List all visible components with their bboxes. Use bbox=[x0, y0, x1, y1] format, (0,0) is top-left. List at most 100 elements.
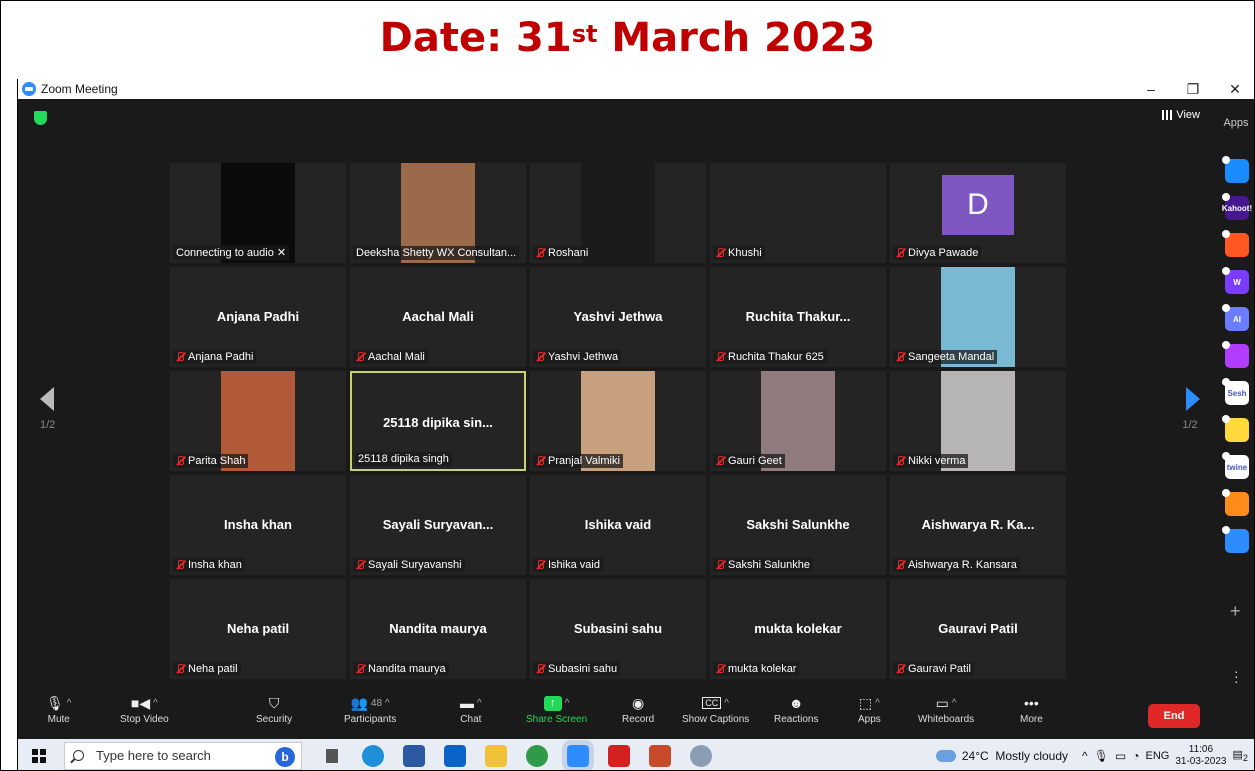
participant-tile[interactable]: mukta kolekar mukta kolekar bbox=[710, 579, 886, 679]
participant-tile[interactable]: Gauri Geet bbox=[710, 371, 886, 471]
notification-count: 2 bbox=[1242, 753, 1248, 764]
participant-tile[interactable]: Roshani bbox=[530, 163, 706, 263]
participant-tile[interactable]: Aishwarya R. Ka... Aishwarya R. Kansara bbox=[890, 475, 1066, 575]
edge-browser-icon[interactable] bbox=[362, 744, 384, 767]
emoji-app-icon[interactable] bbox=[1222, 415, 1249, 442]
participant-tile[interactable]: Sangeeta Mandal bbox=[890, 267, 1066, 367]
participant-tile[interactable]: Sakshi Salunkhe Sakshi Salunkhe bbox=[710, 475, 886, 575]
mic-tray-icon[interactable]: 🎙 bbox=[1094, 749, 1109, 763]
participant-name-label: Nandita maurya bbox=[353, 662, 449, 676]
video-grid: Connecting to audio ✕ Deeksha Shetty WX C… bbox=[170, 163, 1066, 683]
paint-icon[interactable] bbox=[690, 744, 712, 767]
chat-button[interactable]: ▬ ^ Chat bbox=[460, 692, 482, 725]
participant-name-label: Neha patil bbox=[173, 662, 241, 676]
battery-icon[interactable]: ▭ bbox=[1115, 749, 1126, 763]
w-app-icon[interactable]: W bbox=[1222, 267, 1249, 294]
minimize-button[interactable]: – bbox=[1130, 79, 1172, 99]
zoom-taskbar-icon[interactable] bbox=[567, 744, 589, 767]
participant-tile[interactable]: Deeksha Shetty WX Consultan... bbox=[350, 163, 526, 263]
participant-name: Aachal Mali bbox=[368, 351, 425, 363]
record-button[interactable]: ◉ Record bbox=[622, 692, 654, 726]
arrow-app-icon[interactable] bbox=[1222, 156, 1249, 183]
security-button[interactable]: ⛉ Security bbox=[256, 692, 292, 726]
sesh-app-icon[interactable]: Sesh bbox=[1222, 378, 1249, 405]
participant-display-name: Nandita maurya bbox=[389, 621, 487, 636]
participant-tile[interactable]: Nandita maurya Nandita maurya bbox=[350, 579, 526, 679]
wifi-icon[interactable]: ◔ bbox=[1132, 749, 1139, 763]
participant-name: Nandita maurya bbox=[368, 663, 446, 675]
participant-name-label: Pranjal Valmiki bbox=[533, 454, 623, 468]
twine-app-icon[interactable]: twine bbox=[1222, 452, 1249, 479]
participant-tile[interactable]: Aachal Mali Aachal Mali bbox=[350, 267, 526, 367]
participant-display-name: Yashvi Jethwa bbox=[573, 309, 663, 324]
participant-tile[interactable]: Yashvi Jethwa Yashvi Jethwa bbox=[530, 267, 706, 367]
close-button[interactable]: ✕ bbox=[1214, 79, 1254, 99]
store-icon[interactable] bbox=[403, 744, 425, 767]
tray-chevron-icon[interactable]: ^ bbox=[1082, 749, 1088, 763]
mail-icon[interactable] bbox=[444, 744, 466, 767]
participants-button[interactable]: 👥 48 ^ Participants bbox=[344, 692, 396, 726]
wave-app-icon[interactable] bbox=[1222, 341, 1249, 368]
language-indicator[interactable]: ENG bbox=[1146, 750, 1170, 762]
reactions-button[interactable]: ☻ Reactions bbox=[774, 692, 818, 725]
muted-mic-icon bbox=[896, 456, 905, 466]
add-app-icon[interactable]: + bbox=[1230, 601, 1241, 622]
participant-tile[interactable]: Nikki verma bbox=[890, 371, 1066, 471]
previous-page-button[interactable]: 1/2 bbox=[40, 387, 55, 431]
participant-name: Sakshi Salunkhe bbox=[728, 559, 810, 571]
clock[interactable]: 11:06 31-03-2023 bbox=[1175, 744, 1226, 768]
participant-tile[interactable]: Sayali Suryavan... Sayali Suryavanshi bbox=[350, 475, 526, 575]
notification-icon[interactable]: ▤2 bbox=[1233, 748, 1249, 763]
participant-tile[interactable]: Khushi bbox=[710, 163, 886, 263]
participant-tile[interactable]: D Divya Pawade bbox=[890, 163, 1066, 263]
participant-tile[interactable]: Pranjal Valmiki bbox=[530, 371, 706, 471]
powerpoint-icon[interactable] bbox=[649, 744, 671, 767]
whiteboards-button[interactable]: ▭ ^ Whiteboards bbox=[918, 692, 974, 726]
participant-tile[interactable]: Insha khan Insha khan bbox=[170, 475, 346, 575]
participant-name: Anjana Padhi bbox=[188, 351, 254, 363]
more-button[interactable]: ••• More bbox=[1020, 692, 1043, 725]
participant-tile[interactable]: Neha patil Neha patil bbox=[170, 579, 346, 679]
participant-tile[interactable]: Connecting to audio ✕ bbox=[170, 163, 346, 263]
refresh-app-icon[interactable] bbox=[1222, 526, 1249, 553]
task-view-icon[interactable] bbox=[321, 744, 343, 767]
windows-start-icon[interactable] bbox=[32, 748, 46, 763]
search-icon bbox=[73, 750, 84, 761]
participant-tile[interactable]: Gauravi Patil Gauravi Patil bbox=[890, 579, 1066, 679]
captions-label: Show Captions bbox=[682, 714, 750, 725]
view-button[interactable]: View bbox=[1162, 109, 1200, 121]
blocks-app-icon[interactable] bbox=[1222, 489, 1249, 516]
apps-button[interactable]: ⬚ ^ Apps bbox=[858, 692, 881, 726]
bing-icon[interactable]: b bbox=[275, 746, 295, 767]
muted-mic-icon bbox=[536, 352, 545, 362]
participant-name-label: Gauravi Patil bbox=[893, 662, 974, 676]
orange-app-icon[interactable] bbox=[1222, 230, 1249, 257]
next-page-button[interactable]: 1/2 bbox=[1180, 387, 1200, 431]
ai-app-icon[interactable]: AI bbox=[1222, 304, 1249, 331]
stop-video-button[interactable]: ■◀ ^ Stop Video bbox=[120, 692, 169, 726]
security-shield-icon[interactable] bbox=[34, 111, 47, 125]
acrobat-icon[interactable] bbox=[608, 744, 630, 767]
end-meeting-button[interactable]: End bbox=[1148, 704, 1200, 728]
kahoot-app-icon[interactable]: Kahoot! bbox=[1222, 193, 1252, 220]
participant-tile[interactable]: Subasini sahu Subasini sahu bbox=[530, 579, 706, 679]
file-explorer-icon[interactable] bbox=[485, 744, 507, 767]
apps-more-icon[interactable]: · · · bbox=[1234, 664, 1239, 688]
participant-tile[interactable]: Parita Shah bbox=[170, 371, 346, 471]
apps-icon: ⬚ bbox=[858, 694, 873, 711]
participant-name-label: Deeksha Shetty WX Consultan... bbox=[353, 246, 520, 260]
participant-tile[interactable]: Ruchita Thakur... Ruchita Thakur 625 bbox=[710, 267, 886, 367]
chrome-icon[interactable] bbox=[526, 744, 548, 767]
share-screen-button[interactable]: ↑ ^ Share Screen bbox=[526, 692, 587, 725]
captions-button[interactable]: CC ^ Show Captions bbox=[682, 692, 749, 725]
chat-label: Chat bbox=[460, 714, 482, 725]
participant-tile[interactable]: Ishika vaid Ishika vaid bbox=[530, 475, 706, 575]
mute-button[interactable]: 🎙 ^ Mute bbox=[46, 692, 71, 726]
chevron-up-icon: ^ bbox=[385, 697, 390, 709]
participant-name-label: Divya Pawade bbox=[893, 246, 982, 260]
taskbar-search-input[interactable]: Type here to search b bbox=[64, 741, 302, 770]
weather-text[interactable]: 24°C Mostly cloudy bbox=[962, 749, 1068, 763]
restore-button[interactable]: ❐ bbox=[1172, 79, 1214, 99]
participant-tile[interactable]: 25118 dipika sin... 25118 dipika singh bbox=[350, 371, 526, 471]
participant-tile[interactable]: Anjana Padhi Anjana Padhi bbox=[170, 267, 346, 367]
